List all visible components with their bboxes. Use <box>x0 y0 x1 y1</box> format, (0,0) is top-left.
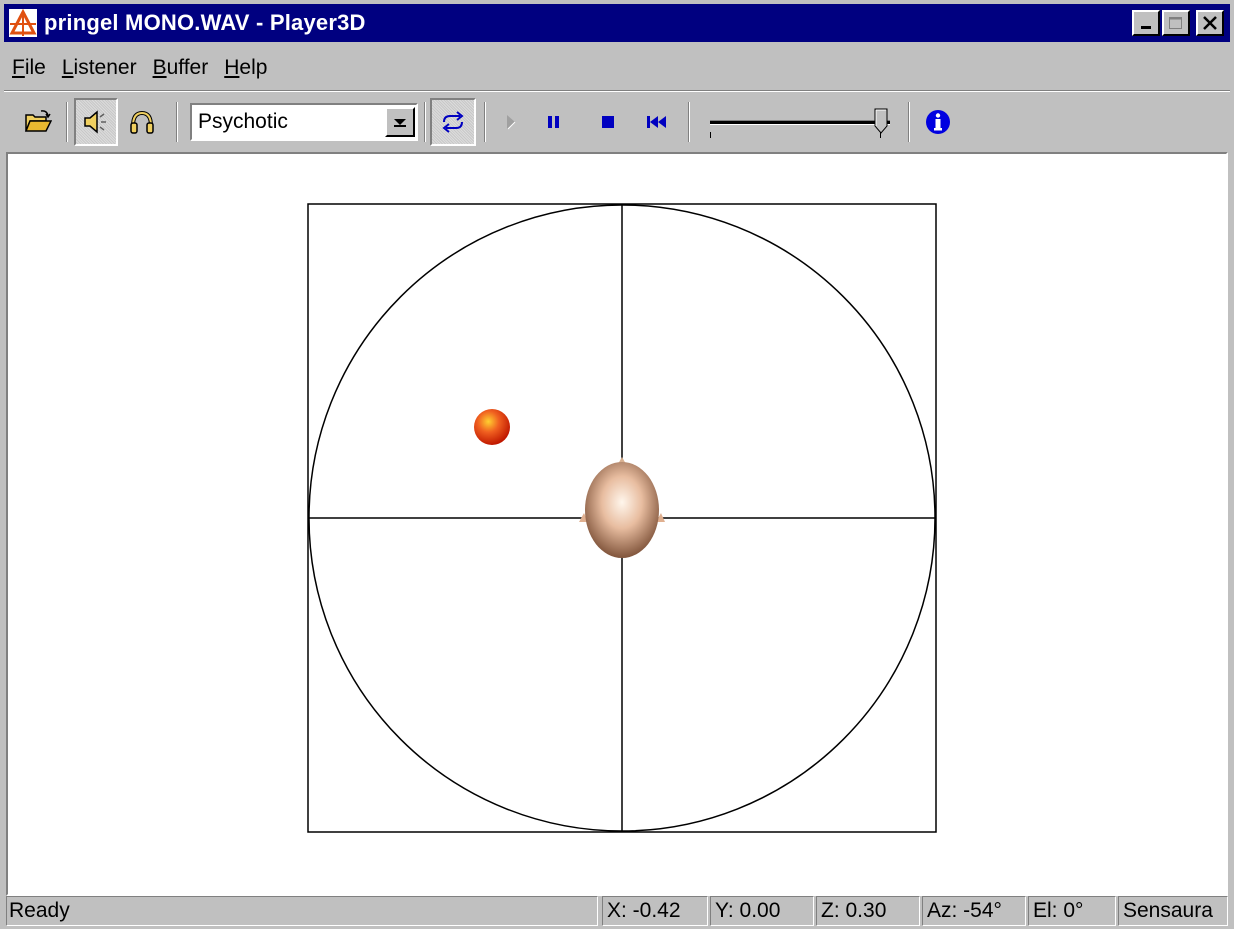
sound-source-ball-icon[interactable] <box>474 409 510 445</box>
menu-buffer[interactable]: Buffer <box>145 56 217 80</box>
headphones-icon <box>130 110 154 134</box>
status-bar: Ready X: -0.42 Y: 0.00 Z: 0.30 Az: -54° … <box>4 896 1230 927</box>
status-x: X: -0.42 <box>602 896 708 926</box>
menu-separator <box>4 90 1230 92</box>
minimize-button[interactable] <box>1132 10 1160 36</box>
play-button[interactable] <box>496 98 526 146</box>
loop-button[interactable] <box>430 98 476 146</box>
volume-slider-track <box>710 120 890 125</box>
speaker-icon <box>84 110 106 134</box>
close-button[interactable] <box>1196 10 1224 36</box>
play-icon <box>507 115 516 130</box>
chevron-down-icon <box>394 119 406 127</box>
main-window: pringel MONO.WAV - Player3D File Listene… <box>0 0 1234 929</box>
stop-button[interactable] <box>592 98 624 146</box>
pause-icon <box>548 116 559 128</box>
status-engine: Sensaura <box>1118 896 1228 926</box>
volume-slider[interactable] <box>704 106 904 142</box>
toolbar: Psychotic <box>4 96 1230 148</box>
menu-listener[interactable]: Listener <box>54 56 145 80</box>
title-bar[interactable]: pringel MONO.WAV - Player3D <box>4 4 1230 42</box>
minimize-icon <box>1141 26 1151 29</box>
speakers-button[interactable] <box>74 98 118 146</box>
status-z: Z: 0.30 <box>816 896 920 926</box>
pause-button[interactable] <box>538 98 570 146</box>
folder-open-icon <box>24 110 52 132</box>
info-icon <box>926 110 950 134</box>
scene-view[interactable] <box>6 152 1228 896</box>
about-button[interactable] <box>918 98 958 146</box>
headphones-button[interactable] <box>120 98 164 146</box>
stop-icon <box>602 116 614 128</box>
menu-bar: File Listener Buffer Help <box>4 48 275 88</box>
preset-select-value: Psychotic <box>198 110 288 133</box>
loop-icon <box>442 111 464 133</box>
menu-file[interactable]: File <box>4 56 54 80</box>
rewind-icon <box>647 116 666 128</box>
status-y: Y: 0.00 <box>710 896 814 926</box>
window-title: pringel MONO.WAV - Player3D <box>44 10 366 35</box>
preset-dropdown-button[interactable] <box>385 107 415 137</box>
rewind-button[interactable] <box>638 98 674 146</box>
head-icon[interactable] <box>579 457 665 558</box>
status-message: Ready <box>6 896 598 926</box>
close-icon <box>1203 16 1217 30</box>
volume-slider-thumb[interactable] <box>874 108 888 134</box>
maximize-icon <box>1169 17 1182 29</box>
app-icon[interactable] <box>8 8 38 38</box>
scene-canvas[interactable] <box>8 154 1226 894</box>
preset-select[interactable]: Psychotic <box>190 103 418 141</box>
status-elevation: El: 0° <box>1028 896 1116 926</box>
menu-help[interactable]: Help <box>216 56 275 80</box>
open-button[interactable] <box>18 98 58 146</box>
status-azimuth: Az: -54° <box>922 896 1026 926</box>
maximize-button[interactable] <box>1162 10 1190 36</box>
